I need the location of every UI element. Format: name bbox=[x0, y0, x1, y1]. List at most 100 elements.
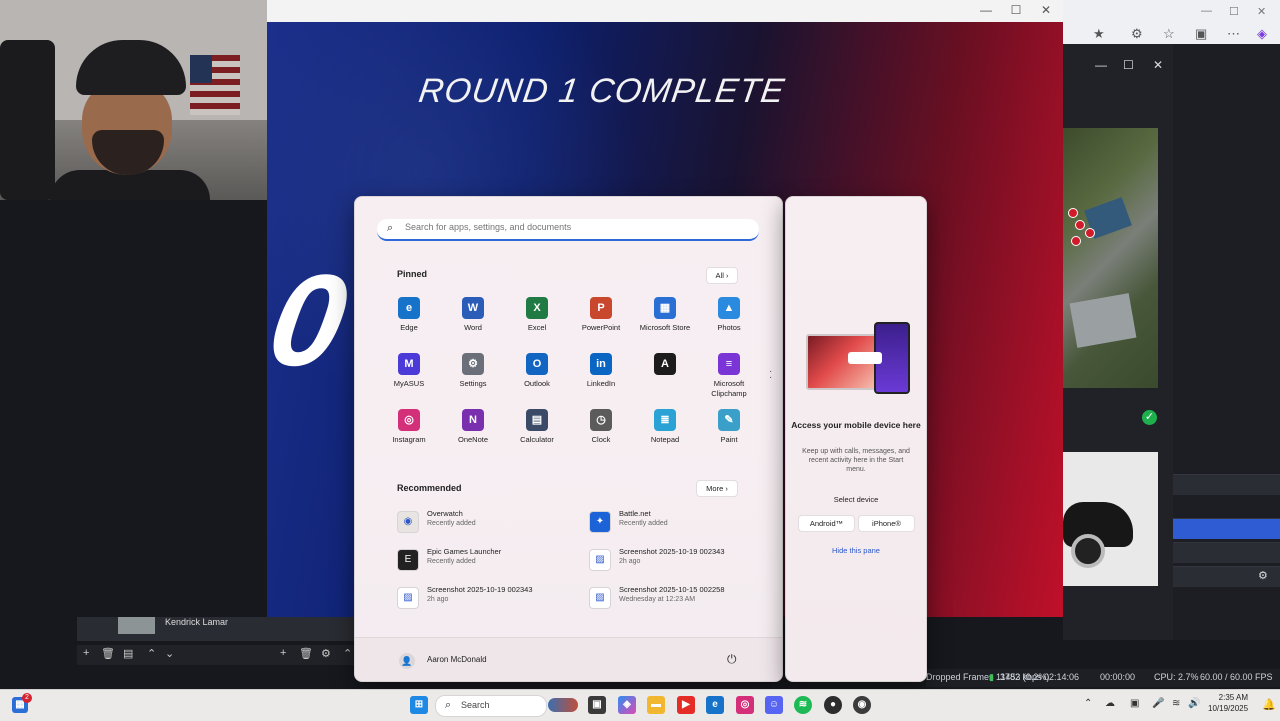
copilot-icon[interactable]: ◈ bbox=[618, 696, 636, 714]
pinned-app[interactable]: A bbox=[633, 353, 697, 379]
close-icon[interactable]: ✕ bbox=[1031, 3, 1061, 17]
star-icon[interactable]: ★ bbox=[1093, 26, 1105, 42]
microphone-icon[interactable]: 🎤 bbox=[1152, 698, 1164, 709]
notification-bubble bbox=[848, 352, 882, 364]
recommended-item[interactable]: ▨ Screenshot 2025-10-15 002258 Wednesday a… bbox=[589, 585, 769, 613]
minimize-icon[interactable]: — bbox=[1095, 58, 1107, 72]
app-icon[interactable]: ● bbox=[824, 696, 842, 714]
clock-time[interactable]: 2:35 AM bbox=[1208, 693, 1248, 702]
add-icon[interactable]: + bbox=[280, 647, 286, 659]
recommended-item-name: Overwatch bbox=[427, 509, 463, 518]
iphone-button[interactable]: iPhone® bbox=[858, 515, 915, 532]
pinned-app[interactable]: M MyASUS bbox=[377, 353, 441, 389]
volume-icon[interactable]: 🔊 bbox=[1188, 698, 1200, 709]
scene-label[interactable]: Kendrick Lamar bbox=[165, 617, 228, 627]
recommended-item-name: Screenshot 2025-10-19 002343 bbox=[427, 585, 533, 594]
pinned-app[interactable]: ≡ Microsoft Clipchamp bbox=[697, 353, 761, 399]
minimize-icon[interactable]: — bbox=[971, 3, 1001, 17]
notepad-icon: ≣ bbox=[654, 409, 676, 431]
maximize-icon[interactable]: ☐ bbox=[1123, 58, 1134, 72]
pinned-app-label: Instagram bbox=[392, 435, 426, 444]
instagram-icon[interactable]: ◎ bbox=[736, 696, 754, 714]
user-name[interactable]: Aaron McDonald bbox=[427, 655, 487, 664]
image-file-icon: ▨ bbox=[589, 549, 611, 571]
cloud-icon[interactable]: ☁ bbox=[1105, 698, 1115, 709]
app-tray-icon[interactable]: ▣ bbox=[1130, 698, 1139, 709]
maximize-icon[interactable]: ☐ bbox=[1001, 3, 1031, 17]
recommended-item[interactable]: ▨ Screenshot 2025-10-19 002343 2h ago bbox=[397, 585, 577, 613]
add-icon[interactable]: + bbox=[83, 647, 89, 659]
start-search-box[interactable]: ⌕ bbox=[377, 219, 759, 241]
chevron-up-icon[interactable]: ⌃ bbox=[343, 647, 352, 660]
onenote-icon: N bbox=[462, 409, 484, 431]
select-device-label: Select device bbox=[833, 495, 879, 504]
recommended-item[interactable]: ▨ Screenshot 2025-10-19 002343 2h ago bbox=[589, 547, 769, 575]
chevron-down-icon[interactable]: ⌄ bbox=[165, 647, 174, 660]
task-view-icon[interactable]: ▣ bbox=[588, 696, 606, 714]
spotify-icon[interactable]: ≋ bbox=[794, 696, 812, 714]
discord-icon[interactable]: ☺ bbox=[765, 696, 783, 714]
more-button[interactable]: More › bbox=[696, 480, 738, 497]
pinned-app[interactable]: X Excel bbox=[505, 297, 569, 333]
copilot-icon[interactable]: ◈ bbox=[1257, 26, 1267, 42]
obs-icon[interactable]: ◉ bbox=[853, 696, 871, 714]
favorites-icon[interactable]: ☆ bbox=[1163, 26, 1175, 42]
trash-icon[interactable]: 🗑 bbox=[101, 647, 115, 660]
collections-icon[interactable]: ▣ bbox=[1195, 26, 1207, 42]
pinned-app-label: Settings bbox=[459, 379, 487, 388]
obs-panel-row[interactable] bbox=[1173, 474, 1280, 495]
edge-icon: e bbox=[398, 297, 420, 319]
pinned-app[interactable]: in LinkedIn bbox=[569, 353, 633, 389]
taskbar-search[interactable]: ⌕ Search bbox=[435, 695, 578, 717]
pinned-app[interactable]: W Word bbox=[441, 297, 505, 333]
scene-thumbnail[interactable] bbox=[118, 617, 155, 634]
pinned-app[interactable]: N OneNote bbox=[441, 409, 505, 445]
pinned-app[interactable]: ▲ Photos bbox=[697, 297, 761, 333]
user-avatar[interactable]: 👤 bbox=[399, 653, 415, 669]
calculator-icon: ▤ bbox=[526, 409, 548, 431]
pinned-app[interactable]: ✎ Paint bbox=[697, 409, 761, 445]
obs-panel-row[interactable] bbox=[1173, 542, 1280, 563]
wifi-icon[interactable]: ≋ bbox=[1172, 698, 1180, 709]
maximize-icon[interactable]: ☐ bbox=[1229, 5, 1239, 18]
pinned-app[interactable]: ≣ Notepad bbox=[633, 409, 697, 445]
pinned-app[interactable]: ▦ Microsoft Store bbox=[633, 297, 697, 333]
minimize-icon[interactable]: — bbox=[1201, 5, 1212, 17]
page-dots-icon[interactable]: · · bbox=[769, 367, 772, 383]
chevron-up-icon[interactable]: ⌃ bbox=[147, 647, 156, 660]
more-icon[interactable]: ⋯ bbox=[1227, 26, 1240, 42]
pinned-app[interactable]: ◎ Instagram bbox=[377, 409, 441, 445]
pinned-app[interactable]: ⚙ Settings bbox=[441, 353, 505, 389]
clock-date[interactable]: 10/19/2025 bbox=[1208, 704, 1248, 713]
pinned-app[interactable]: ◷ Clock bbox=[569, 409, 633, 445]
start-search-input[interactable] bbox=[405, 222, 735, 232]
gear-icon[interactable]: ⚙ bbox=[1258, 569, 1268, 582]
youtube-icon[interactable]: ▶ bbox=[677, 696, 695, 714]
pinned-app[interactable]: P PowerPoint bbox=[569, 297, 633, 333]
edge-icon[interactable]: e bbox=[706, 696, 724, 714]
gear-icon[interactable]: ⚙ bbox=[321, 647, 331, 660]
extensions-icon[interactable]: ⚙ bbox=[1131, 26, 1143, 42]
close-icon[interactable]: ✕ bbox=[1153, 58, 1163, 72]
round-title: ROUND 1 COMPLETE bbox=[416, 72, 788, 110]
hide-pane-link[interactable]: Hide this pane bbox=[786, 546, 926, 555]
pinned-app[interactable]: ▤ Calculator bbox=[505, 409, 569, 445]
cpu-usage: CPU: 2.7% bbox=[1154, 672, 1199, 682]
filter-icon[interactable]: ▤ bbox=[123, 647, 133, 660]
recommended-item[interactable]: ✦ Battle.net Recently added bbox=[589, 509, 769, 537]
pinned-app[interactable]: O Outlook bbox=[505, 353, 569, 389]
recommended-item[interactable]: ◉ Overwatch Recently added bbox=[397, 509, 577, 537]
chevron-up-icon[interactable]: ⌃ bbox=[1084, 698, 1092, 709]
all-apps-button[interactable]: All › bbox=[706, 267, 738, 284]
obs-panel-row-selected[interactable] bbox=[1173, 518, 1280, 539]
pinned-app[interactable]: e Edge bbox=[377, 297, 441, 333]
trash-icon[interactable]: 🗑 bbox=[299, 647, 313, 660]
recommended-item[interactable]: E Epic Games Launcher Recently added bbox=[397, 547, 577, 575]
notifications-icon[interactable]: 🔔 bbox=[1262, 698, 1276, 711]
power-icon[interactable]: ⏻ bbox=[727, 652, 737, 667]
file-explorer-icon[interactable]: ▬ bbox=[647, 696, 665, 714]
close-icon[interactable]: ✕ bbox=[1257, 5, 1266, 18]
windows-start-icon[interactable]: ⊞ bbox=[410, 696, 428, 714]
rec-time: 00:00:00 bbox=[1100, 672, 1136, 682]
android-button[interactable]: Android™ bbox=[798, 515, 855, 532]
